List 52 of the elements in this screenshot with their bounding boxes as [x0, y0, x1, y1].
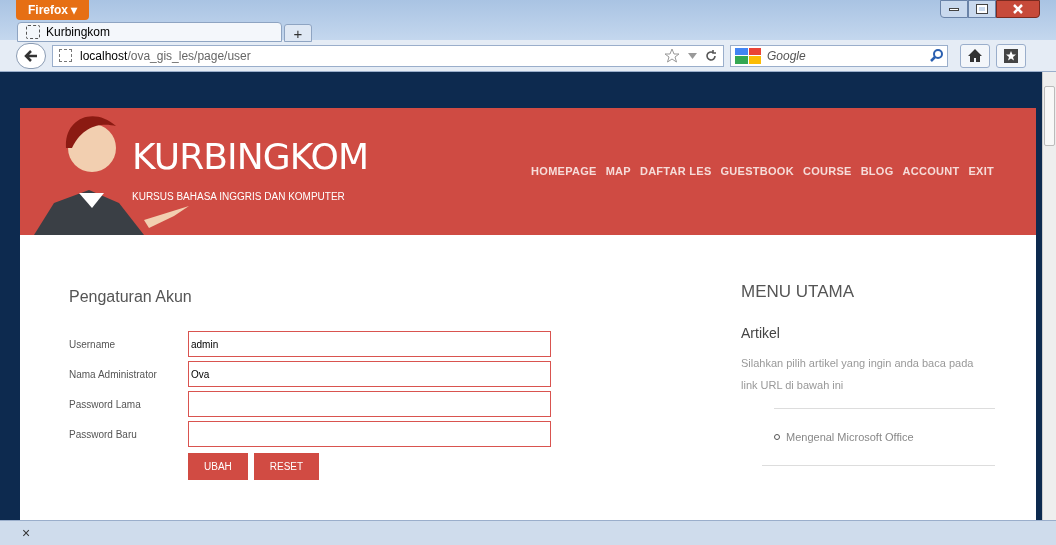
nav-link[interactable]: MAP	[605, 163, 631, 180]
site-tagline: KURSUS BAHASA INGGRIS DAN KOMPUTER	[132, 190, 346, 204]
text-input[interactable]	[188, 391, 551, 417]
minimize-button[interactable]	[940, 0, 968, 18]
form-button[interactable]: RESET	[253, 453, 320, 480]
firefox-menu-button[interactable]: Firefox ▾	[16, 0, 90, 20]
article-link[interactable]: Mengenal Microsoft Office	[786, 428, 914, 445]
field-label: Nama Administrator	[69, 367, 158, 382]
star-icon[interactable]	[664, 48, 680, 63]
form-title: Pengaturan Akun	[69, 287, 193, 307]
nav-link[interactable]: BLOG	[860, 163, 894, 180]
back-button[interactable]	[16, 42, 46, 69]
close-addon-bar-button[interactable]: ×	[22, 526, 31, 540]
close-icon	[1013, 4, 1023, 14]
text-input[interactable]: Ova	[188, 361, 551, 387]
nav-link[interactable]: COURSE	[802, 163, 852, 180]
page-icon	[59, 49, 72, 62]
field-label: Username	[69, 337, 117, 352]
close-button[interactable]	[996, 0, 1040, 18]
search-input[interactable]: Google	[767, 46, 924, 65]
nav-link[interactable]: HOMEPAGE	[531, 163, 597, 180]
tab-title: Kurbingkom	[46, 24, 111, 41]
dropdown-icon[interactable]	[688, 52, 697, 59]
sidebar-title: MENU UTAMA	[741, 281, 855, 303]
nav-link[interactable]: ACCOUNT	[902, 163, 960, 180]
url-text: localhost/ova_gis_les/page/user	[80, 47, 252, 65]
address-bar[interactable]: localhost/ova_gis_les/page/user	[52, 44, 724, 67]
form-button[interactable]: UBAH	[188, 453, 248, 480]
browser-tab[interactable]: Kurbingkom	[17, 22, 282, 42]
nav-link[interactable]: GUESTBOOK	[720, 163, 794, 180]
field-label: Password Lama	[69, 397, 142, 412]
nav-link[interactable]: EXIT	[968, 163, 994, 180]
text-input[interactable]	[188, 421, 551, 447]
reload-icon[interactable]	[705, 49, 717, 62]
maximize-button[interactable]	[968, 0, 996, 18]
search-engine-icon[interactable]	[735, 47, 761, 64]
sidebar-section-title: Artikel	[741, 323, 781, 343]
search-field[interactable]: Google	[730, 44, 948, 67]
scrollbar[interactable]	[1042, 72, 1056, 520]
home-button[interactable]	[960, 43, 990, 68]
nav-link[interactable]: DAFTAR LES	[639, 163, 712, 180]
text-input[interactable]: admin	[188, 331, 551, 357]
back-arrow-icon	[24, 49, 38, 62]
bookmarks-button[interactable]	[996, 43, 1026, 68]
search-icon[interactable]	[930, 49, 943, 62]
bookmark-star-icon	[1004, 48, 1018, 63]
site-title: KURBINGKOM	[132, 139, 369, 175]
new-tab-button[interactable]: +	[284, 24, 312, 42]
page-icon	[26, 25, 40, 39]
sidebar-text: Silahkan pilih artikel yang ingin anda baca pada link URL di bawah ini	[741, 355, 975, 393]
home-icon	[968, 49, 982, 62]
field-label: Password Baru	[69, 427, 138, 442]
